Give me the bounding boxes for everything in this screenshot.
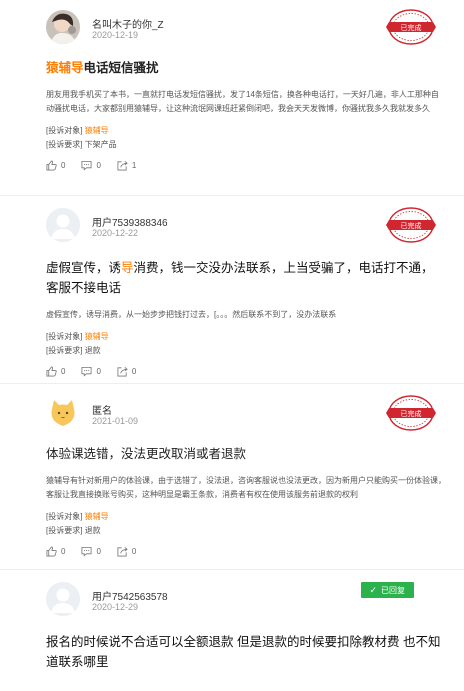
checkmark-icon: ✓	[369, 585, 377, 595]
post-date: 2020-12-29	[92, 602, 139, 612]
username[interactable]: 名叫木子的你_Z	[92, 16, 164, 31]
share-button[interactable]: 0	[117, 366, 136, 377]
complaint-target: [投诉对象] 猿辅导	[46, 124, 446, 138]
like-button[interactable]: 0	[46, 546, 65, 557]
like-count: 0	[61, 547, 66, 556]
complaint-title[interactable]: 虚假宣传，诱导消费，钱一交没办法联系，上当受骗了，电话打不通，客服不接电话	[46, 258, 446, 298]
request-value: 下架产品	[84, 140, 117, 149]
share-icon	[117, 161, 128, 171]
target-label: [投诉对象]	[46, 332, 83, 341]
username[interactable]: 匿名	[92, 402, 112, 417]
complaint-title[interactable]: 体验课选错，没法更改取消或者退款	[46, 444, 446, 464]
complaint-feed: 名叫木子的你_Z 2020-12-19 已完成 猿辅导电话短信骚扰 朋友用我手机…	[0, 0, 464, 691]
username[interactable]: 用户7542563578	[92, 588, 168, 603]
title-highlight: 猿辅导	[46, 61, 84, 75]
completed-stamp: 已完成	[386, 395, 436, 431]
target-value[interactable]: 猿辅导	[85, 126, 109, 135]
request-value: 退款	[84, 346, 101, 355]
card-header: 用户7542563578 2020-12-29 ✓ 已回复	[46, 580, 446, 618]
complaint-description: 虚假宣传，诱导消费，从一始步步把钱打过去，[。。。然后联系不到了，没办法联系	[46, 310, 337, 319]
share-icon	[117, 367, 128, 377]
comment-button[interactable]: 0	[81, 160, 101, 171]
target-label: [投诉对象]	[46, 512, 83, 521]
complaint-request: [投诉要求] 下架产品	[46, 138, 446, 152]
request-label: [投诉要求]	[46, 526, 83, 535]
comment-count: 0	[96, 547, 101, 556]
completed-stamp: 已完成	[386, 207, 436, 243]
like-count: 0	[61, 161, 66, 170]
badge-label: 已回复	[381, 586, 405, 595]
share-count: 0	[131, 547, 137, 556]
stamp-label: 已完成	[401, 221, 422, 230]
complaint-title[interactable]: 猿辅导电话短信骚扰	[46, 58, 446, 78]
thumbs-up-icon	[46, 366, 57, 377]
share-button[interactable]: 1	[117, 160, 136, 171]
completed-stamp: 已完成	[386, 9, 436, 45]
target-label: [投诉对象]	[46, 126, 83, 135]
post-date: 2020-12-19	[92, 30, 139, 40]
title-text: 电话短信骚扰	[83, 61, 159, 75]
username[interactable]: 用户7539388346	[92, 214, 168, 229]
post-date: 2020-12-22	[92, 228, 139, 238]
share-button[interactable]: 0	[117, 546, 136, 557]
request-label: [投诉要求]	[46, 140, 83, 149]
comment-icon	[81, 160, 92, 171]
complaint-target: [投诉对象] 猿辅导	[46, 330, 446, 344]
thumbs-up-icon	[46, 160, 57, 171]
share-icon	[117, 547, 128, 557]
post-date: 2021-01-09	[92, 416, 139, 426]
card-header: 用户7539388346 2020-12-22 已完成	[46, 206, 446, 244]
complaint-description: 朋友用我手机买了本书，一直就打电话发短信骚扰，发了14条短信，换各种电话打，一天…	[46, 90, 439, 113]
share-count: 0	[131, 367, 137, 376]
stats-bar: 0 0 1	[46, 160, 446, 171]
complaint-request: [投诉要求] 退款	[46, 524, 446, 538]
thumbs-up-icon	[46, 546, 57, 557]
title-prefix: 虚假宣传，诱	[46, 261, 122, 275]
target-value[interactable]: 猿辅导	[85, 332, 109, 341]
request-label: [投诉要求]	[46, 346, 83, 355]
card-header: 匿名 2021-01-09 已完成	[46, 394, 446, 432]
comment-icon	[81, 366, 92, 377]
cat-avatar[interactable]	[46, 396, 80, 430]
stats-bar: 0 0 0	[46, 546, 446, 557]
comment-count: 0	[96, 367, 101, 376]
complaint-card[interactable]: 用户7542563578 2020-12-29 ✓ 已回复 报名的时候说不合适可以…	[0, 570, 464, 691]
woman-photo-avatar[interactable]	[46, 10, 80, 44]
replied-badge: ✓ 已回复	[361, 582, 414, 598]
default-user-avatar[interactable]	[46, 208, 80, 242]
like-count: 0	[61, 367, 66, 376]
like-button[interactable]: 0	[46, 366, 65, 377]
complaint-description: 猿辅导有针对新用户的体验课，由于选错了，没法退，咨询客服说也没法更改，因为新用户…	[46, 476, 446, 499]
comment-icon	[81, 546, 92, 557]
request-value: 退款	[84, 526, 101, 535]
comment-button[interactable]: 0	[81, 366, 101, 377]
stamp-label: 已完成	[401, 23, 422, 32]
target-value[interactable]: 猿辅导	[85, 512, 109, 521]
complaint-target: [投诉对象] 猿辅导	[46, 510, 446, 524]
complaint-card[interactable]: 用户7539388346 2020-12-22 已完成 虚假宣传，诱导消费，钱一…	[0, 196, 464, 384]
complaint-card[interactable]: 名叫木子的你_Z 2020-12-19 已完成 猿辅导电话短信骚扰 朋友用我手机…	[0, 0, 464, 196]
complaint-title[interactable]: 报名的时候说不合适可以全额退款 但是退款的时候要扣除教材费 也不知道联系哪里	[46, 632, 446, 672]
like-button[interactable]: 0	[46, 160, 65, 171]
stats-bar: 0 0 0	[46, 366, 446, 377]
comment-button[interactable]: 0	[81, 546, 101, 557]
share-count: 1	[131, 161, 137, 170]
comment-count: 0	[96, 161, 101, 170]
complaint-request: [投诉要求] 退款	[46, 344, 446, 358]
card-header: 名叫木子的你_Z 2020-12-19 已完成	[46, 8, 446, 46]
title-highlight: 导	[121, 261, 134, 275]
stamp-label: 已完成	[401, 409, 422, 418]
complaint-card[interactable]: 匿名 2021-01-09 已完成 体验课选错，没法更改取消或者退款 猿辅导有针…	[0, 384, 464, 570]
default-user-avatar[interactable]	[46, 582, 80, 616]
